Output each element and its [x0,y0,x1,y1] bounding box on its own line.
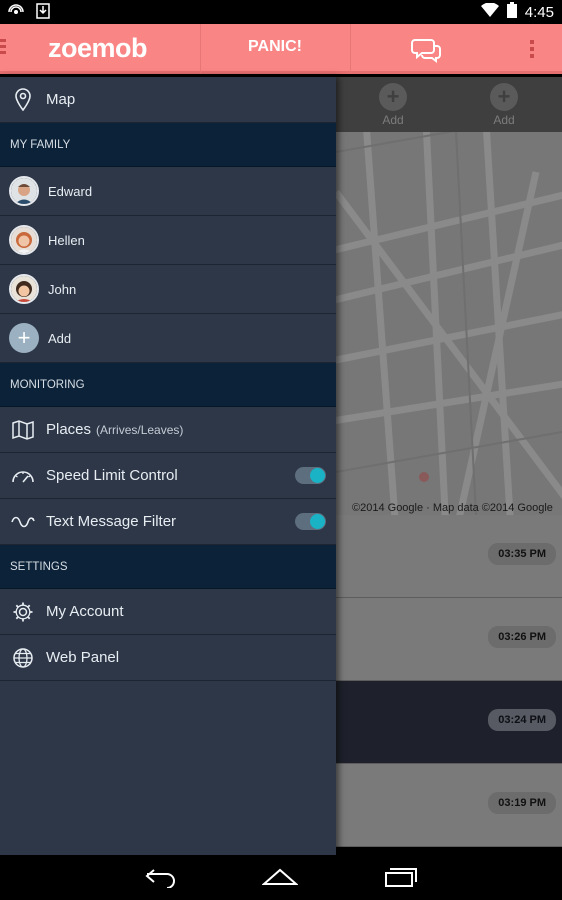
worm-icon [0,499,46,545]
time-badge: 03:24 PM [488,709,556,731]
drawer-item-my-account[interactable]: My Account [0,589,336,635]
system-nav-bar [0,855,562,900]
add-label: Add [48,330,72,346]
background-list: 03:35 PM 03:26 PM 03:24 PM 03:19 PM [336,515,562,847]
section-header-settings: SETTINGS [0,545,336,589]
drawer-item-web-panel[interactable]: Web Panel [0,635,336,681]
member-name: Hellen [48,232,85,248]
map-streets [336,111,562,533]
recent-apps-icon[interactable] [384,866,418,893]
background-content: + Add + Add ©2014 Google · Map data ©201… [336,77,562,855]
chat-icon[interactable] [410,34,442,69]
family-member-edward[interactable]: Edward [0,167,336,216]
menu-icon[interactable] [0,39,8,59]
list-item: 03:26 PM [336,598,562,681]
globe-icon [0,635,46,681]
background-toolbar: + Add + Add [336,77,562,132]
status-time: 4:45 [524,3,554,21]
avatar [9,274,39,304]
wifi-icon [480,2,499,21]
list-item: 03:35 PM [336,515,562,598]
navigation-drawer: Map MY FAMILY Edward Hellen John + Add M… [0,77,336,855]
time-badge: 03:26 PM [488,626,556,648]
time-badge: 03:35 PM [488,543,556,565]
family-member-hellen[interactable]: Hellen [0,216,336,265]
add-shortcut: + Add [484,83,524,127]
map-pin-icon [0,77,46,123]
list-item: 03:19 PM [336,764,562,847]
app-bar: zoemob PANIC! [0,24,562,74]
battery-icon [506,2,517,22]
back-icon[interactable] [144,866,178,893]
drawer-item-sms-filter[interactable]: Text Message Filter [0,499,336,545]
overflow-menu-icon[interactable] [530,40,534,61]
drawer-item-label: Places [46,421,92,438]
drawer-item-speed-limit[interactable]: Speed Limit Control [0,453,336,499]
list-item: 03:24 PM [336,681,562,764]
drawer-item-label: My Account [46,603,124,620]
wireless-icon [8,3,24,24]
speedometer-icon [0,453,46,499]
drawer-item-sublabel: (Arrives/Leaves) [96,422,184,437]
sms-filter-toggle[interactable] [295,513,326,530]
add-member-button[interactable]: + Add [0,314,336,363]
member-name: Edward [48,183,93,199]
drawer-item-label: Map [46,91,76,108]
drawer-item-label: Speed Limit Control [46,467,178,484]
download-icon [36,3,50,24]
gear-icon [0,589,46,635]
panic-button[interactable]: PANIC! [200,38,350,56]
drawer-item-label: Web Panel [46,649,120,666]
drawer-item-places[interactable]: Places (Arrives/Leaves) [0,407,336,453]
status-bar: 4:45 [0,0,562,24]
speed-limit-toggle[interactable] [295,467,326,484]
avatar [9,176,39,206]
member-name: John [48,281,77,297]
section-header-monitoring: MONITORING [0,363,336,407]
drawer-item-map[interactable]: Map [0,77,336,123]
home-icon[interactable] [261,866,299,893]
avatar [9,225,39,255]
drawer-item-label: Text Message Filter [46,513,177,530]
folded-map-icon [0,407,46,453]
app-bar-divider [350,24,351,74]
time-badge: 03:19 PM [488,792,556,814]
plus-icon: + [9,323,39,353]
add-shortcut: + Add [373,83,413,127]
section-header-family: MY FAMILY [0,123,336,167]
map-view: ©2014 Google · Map data ©2014 Google [336,111,562,562]
app-logo: zoemob [48,33,148,63]
family-member-john[interactable]: John [0,265,336,314]
map-copyright: ©2014 Google · Map data ©2014 Google [352,502,553,514]
